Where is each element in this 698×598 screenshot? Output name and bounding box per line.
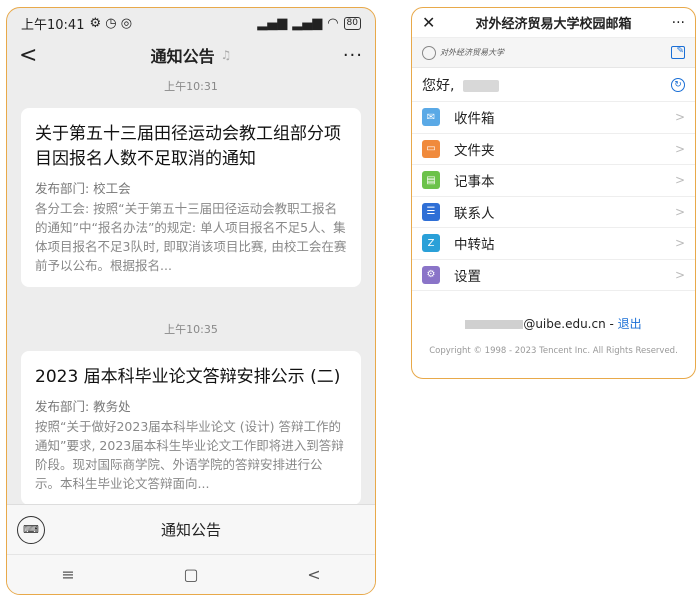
notice-title: 2023 届本科毕业论文答辩安排公示 (二) [35,367,341,387]
more-menu-icon[interactable]: ··· [339,45,363,66]
mail-menu-item[interactable]: ⚙ 设置 > [412,260,695,291]
back-arrow-icon[interactable]: < [19,43,43,68]
more-menu-icon[interactable]: ··· [665,15,685,31]
notice-phone-screen: 上午10:41 ⚙ ◷ ◎ ▂▄▆ ▂▄▆ ◠ 80 < 通知公告 ♫ ··· … [6,7,376,595]
menu-nav-icon[interactable]: ≡ [61,565,74,584]
greeting-row: 您好, ↻ [412,68,695,102]
menu-item-icon: ⚙ [422,265,440,284]
chevron-right-icon: > [674,173,685,188]
titlebar: < 通知公告 ♫ ··· [7,38,375,72]
status-time: 上午10:41 [21,17,85,33]
university-logo: 对外经济贸易大学 [422,45,504,60]
mute-bell-icon: ♫ [220,48,232,62]
status-bar: 上午10:41 ⚙ ◷ ◎ ▂▄▆ ▂▄▆ ◠ 80 [7,8,375,38]
bottom-menu-bar: ⌨ 通知公告 [7,504,375,554]
notice-card[interactable]: 关于第五十三届田径运动会教工组部分项目因报名人数不足取消的通知 发布部门: 校工… [21,108,361,287]
mail-menu-item[interactable]: ✉ 收件箱 > [412,102,695,134]
mail-menu: ✉ 收件箱 > ▭ 文件夹 > ▤ 记事本 > ☰ 联系人 > Z 中转站 > ⚙ 设置 > [412,102,695,291]
menu-item-icon: ✉ [422,108,440,127]
mail-page-title: 对外经济贸易大学校园邮箱 [475,17,632,32]
chevron-right-icon: > [674,204,685,219]
notice-dept: 发布部门: 校工会 [35,181,131,196]
post-timestamp: 上午10:35 [164,323,218,336]
signal-icon: ▂▄▆ [257,15,288,31]
mail-menu-item[interactable]: ☰ 联系人 > [412,197,695,228]
notification-icons: ⚙ ◷ ◎ [89,15,133,31]
redacted-username [462,79,499,92]
mail-phone-screen: ✕ 对外经济贸易大学校园邮箱 ··· 对外经济贸易大学 ✎ 您好, ↻ ✉ 收件箱… [411,7,696,379]
menu-item-label: 收件箱 [454,111,495,128]
notice-summary: 按照“关于做好2023届本科毕业论文 (设计) 答辩工作的通知”要求, 2023… [35,419,344,491]
home-nav-icon[interactable]: ▢ [183,565,198,584]
account-domain: @uibe.edu.cn [523,317,606,331]
account-row: @uibe.edu.cn - 退出 [412,315,695,332]
close-icon[interactable]: ✕ [422,13,442,32]
logo-text: 对外经济贸易大学 [440,48,504,57]
compose-icon[interactable]: ✎ [671,46,685,59]
redacted-account-name [465,320,524,329]
chevron-right-icon: > [674,267,685,282]
notice-title: 关于第五十三届田径运动会教工组部分项目因报名人数不足取消的通知 [35,124,341,169]
menu-item-label: 记事本 [454,174,495,191]
copyright-text: Copyright © 1998 - 2023 Tencent Inc. All… [429,346,678,356]
mail-menu-item[interactable]: ▤ 记事本 > [412,165,695,197]
signal-icon-2: ▂▄▆ [292,15,323,31]
university-seal-icon [422,45,436,60]
mail-titlebar: ✕ 对外经济贸易大学校园邮箱 ··· [412,8,695,38]
notice-dept: 发布部门: 教务处 [35,399,131,414]
wifi-icon: ◠ [327,15,339,31]
menu-item-icon: ☰ [422,202,440,221]
notice-card[interactable]: 2023 届本科毕业论文答辩安排公示 (二) 发布部门: 教务处 按照“关于做好… [21,351,361,505]
logout-link[interactable]: 退出 [618,317,642,331]
chevron-right-icon: > [674,110,685,125]
greeting-text: 您好, [422,77,455,94]
keyboard-icon[interactable]: ⌨ [17,515,45,544]
menu-item-icon: ▤ [422,171,440,190]
system-nav-bar: ≡ ▢ < [7,554,375,594]
menu-item-label: 中转站 [454,237,495,254]
post-timestamp: 上午10:31 [164,80,218,93]
mail-header: 对外经济贸易大学 ✎ [412,38,695,68]
separator: - [605,317,618,331]
mail-menu-item[interactable]: ▭ 文件夹 > [412,134,695,165]
refresh-icon[interactable]: ↻ [671,77,685,92]
menu-item-icon: ▭ [422,139,440,158]
bottom-menu-label[interactable]: 通知公告 [45,519,337,540]
chevron-right-icon: > [674,141,685,156]
chevron-right-icon: > [674,236,685,251]
menu-item-label: 联系人 [454,205,495,222]
mail-menu-item[interactable]: Z 中转站 > [412,228,695,260]
notice-summary: 各分工会: 按照“关于第五十三届田径运动会教职工报名的通知”中“报名办法”的规定… [35,201,347,273]
menu-item-icon: Z [422,234,440,253]
battery-icon: 80 [343,16,361,30]
back-nav-icon[interactable]: < [307,565,320,584]
page-title: 通知公告 [150,47,215,66]
menu-item-label: 设置 [454,268,481,285]
menu-item-label: 文件夹 [454,142,495,159]
